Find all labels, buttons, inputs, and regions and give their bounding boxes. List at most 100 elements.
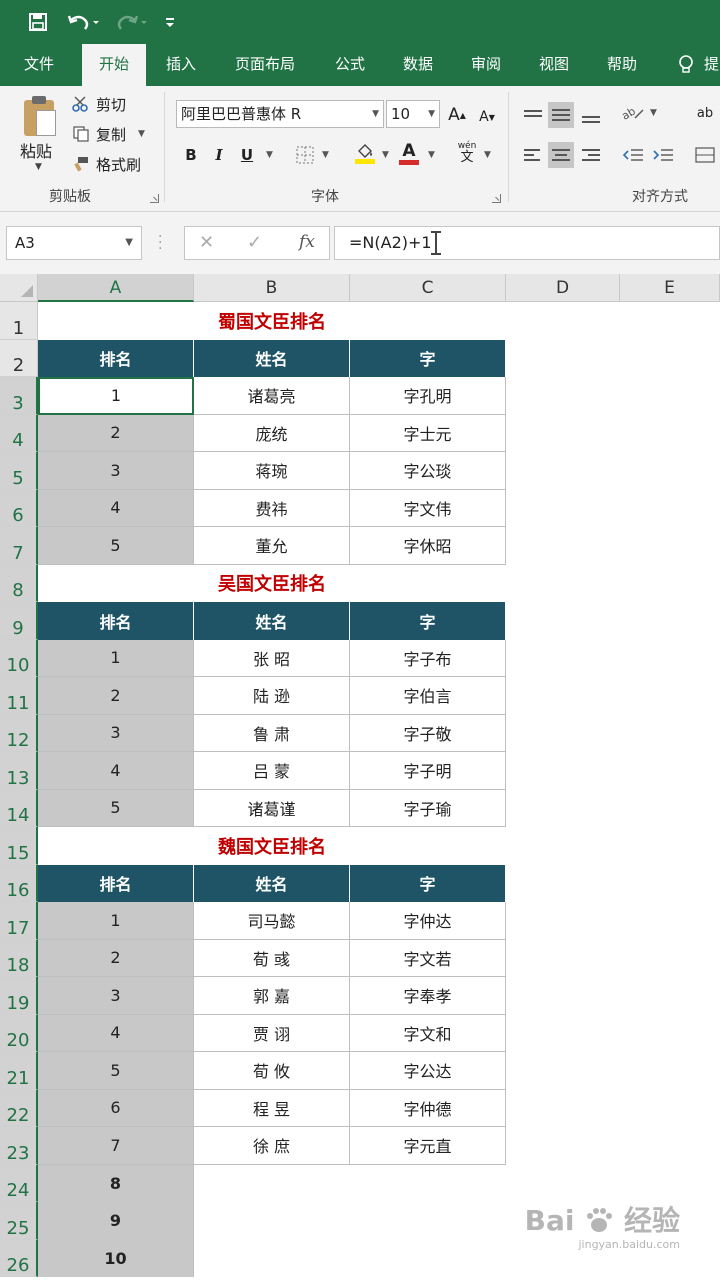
- chevron-down-icon[interactable]: ▼: [428, 101, 435, 127]
- rank-cell[interactable]: 3: [38, 452, 194, 490]
- rank-cell[interactable]: 4: [38, 752, 194, 790]
- tab-home[interactable]: 开始: [82, 44, 146, 86]
- rank-cell[interactable]: 5: [38, 1052, 194, 1090]
- font-name-combobox[interactable]: 阿里巴巴普惠体 R ▼: [176, 100, 384, 128]
- courtesy-name-cell[interactable]: 字文若: [350, 939, 506, 977]
- name-cell[interactable]: 荀 彧: [194, 939, 350, 977]
- courtesy-name-cell[interactable]: 字子明: [350, 752, 506, 790]
- row-header-8[interactable]: 8: [0, 564, 38, 602]
- column-header-d[interactable]: D: [506, 274, 620, 302]
- row-header-19[interactable]: 19: [0, 977, 38, 1015]
- redo-icon[interactable]: [112, 8, 152, 36]
- name-cell[interactable]: 陆 逊: [194, 677, 350, 715]
- row-header-6[interactable]: 6: [0, 489, 38, 527]
- tab-view[interactable]: 视图: [526, 44, 582, 86]
- courtesy-name-cell[interactable]: 字伯言: [350, 677, 506, 715]
- enter-icon[interactable]: ✓: [247, 232, 262, 253]
- chevron-down-icon[interactable]: ▼: [266, 150, 273, 160]
- chevron-down-icon[interactable]: ▼: [125, 227, 133, 259]
- courtesy-name-cell[interactable]: 字奉孝: [350, 977, 506, 1015]
- align-center-icon[interactable]: [548, 142, 574, 168]
- column-header-b[interactable]: B: [194, 274, 350, 302]
- row-header-14[interactable]: 14: [0, 789, 38, 827]
- row-header-16[interactable]: 16: [0, 864, 38, 902]
- save-icon[interactable]: [24, 8, 52, 36]
- courtesy-name-cell[interactable]: 字子瑜: [350, 789, 506, 827]
- name-cell[interactable]: 费祎: [194, 489, 350, 527]
- formula-input[interactable]: =N(A2)+1: [334, 226, 720, 260]
- worksheet-grid[interactable]: A B C D E 1 2 3 4 5 6 7 8 9 10 11 12 13 14 15 16 17 18 19 20 21 22…: [0, 274, 720, 1280]
- tab-formulas[interactable]: 公式: [320, 44, 380, 86]
- rank-cell[interactable]: 1: [38, 902, 194, 940]
- dialog-launcher-icon[interactable]: [492, 194, 501, 203]
- row-header-10[interactable]: 10: [0, 639, 38, 677]
- name-cell[interactable]: 司马懿: [194, 902, 350, 940]
- courtesy-name-cell[interactable]: 字文伟: [350, 489, 506, 527]
- row-header-15[interactable]: 15: [0, 827, 38, 865]
- row-header-24[interactable]: 24: [0, 1164, 38, 1202]
- rank-cell[interactable]: 7: [38, 1127, 194, 1165]
- cut-button[interactable]: 剪切: [70, 92, 126, 116]
- name-cell[interactable]: 蒋琬: [194, 452, 350, 490]
- cancel-icon[interactable]: ✕: [199, 232, 214, 253]
- name-cell[interactable]: 张 昭: [194, 639, 350, 677]
- paste-button[interactable]: 粘贴 ▼: [18, 96, 62, 176]
- extra-rank-cell[interactable]: 9: [38, 1202, 194, 1240]
- tab-insert[interactable]: 插入: [150, 44, 212, 86]
- top-align-icon[interactable]: [520, 100, 546, 126]
- name-cell[interactable]: 徐 庶: [194, 1127, 350, 1165]
- row-header-17[interactable]: 17: [0, 902, 38, 940]
- chevron-down-icon[interactable]: ▼: [382, 150, 389, 160]
- header-cell-rank[interactable]: 排名: [38, 864, 194, 902]
- extra-rank-cell[interactable]: 8: [38, 1164, 194, 1202]
- rank-cell[interactable]: 6: [38, 1089, 194, 1127]
- insert-function-icon[interactable]: fx: [299, 232, 315, 252]
- decrease-indent-icon[interactable]: [620, 142, 646, 168]
- name-cell[interactable]: 贾 诩: [194, 1014, 350, 1052]
- header-cell-courtesy[interactable]: 字: [350, 864, 506, 902]
- name-cell[interactable]: 荀 攸: [194, 1052, 350, 1090]
- chevron-down-icon[interactable]: ▼: [35, 162, 42, 172]
- name-cell[interactable]: 诸葛谨: [194, 789, 350, 827]
- italic-button[interactable]: I: [206, 142, 232, 168]
- row-header-20[interactable]: 20: [0, 1014, 38, 1052]
- row-header-12[interactable]: 12: [0, 714, 38, 752]
- courtesy-name-cell[interactable]: 字公达: [350, 1052, 506, 1090]
- name-cell[interactable]: 吕 蒙: [194, 752, 350, 790]
- courtesy-name-cell[interactable]: 字元直: [350, 1127, 506, 1165]
- more-icon[interactable]: · · ·: [158, 230, 162, 256]
- name-box[interactable]: A3 ▼: [6, 226, 142, 260]
- courtesy-name-cell[interactable]: 字子布: [350, 639, 506, 677]
- courtesy-name-cell[interactable]: 字文和: [350, 1014, 506, 1052]
- name-cell[interactable]: 庞统: [194, 414, 350, 452]
- header-cell-name[interactable]: 姓名: [194, 339, 350, 377]
- row-header-9[interactable]: 9: [0, 602, 38, 640]
- rank-cell[interactable]: 3: [38, 714, 194, 752]
- lightbulb-icon[interactable]: [672, 44, 700, 86]
- orientation-icon[interactable]: ab: [620, 100, 646, 126]
- underline-button[interactable]: U: [234, 142, 260, 168]
- row-header-23[interactable]: 23: [0, 1127, 38, 1165]
- rank-cell[interactable]: 4: [38, 489, 194, 527]
- chevron-down-icon[interactable]: ▼: [428, 150, 435, 160]
- font-size-combobox[interactable]: 10 ▼: [386, 100, 440, 128]
- header-cell-rank[interactable]: 排名: [38, 602, 194, 640]
- undo-icon[interactable]: [64, 8, 104, 36]
- align-left-icon[interactable]: [520, 142, 546, 168]
- rank-cell[interactable]: 5: [38, 527, 194, 565]
- header-cell-courtesy[interactable]: 字: [350, 339, 506, 377]
- wrap-text-icon[interactable]: ab: [692, 100, 718, 126]
- courtesy-name-cell[interactable]: 字孔明: [350, 377, 506, 415]
- courtesy-name-cell[interactable]: 字公琰: [350, 452, 506, 490]
- merge-center-icon[interactable]: [692, 142, 718, 168]
- column-header-e[interactable]: E: [620, 274, 720, 302]
- tab-page-layout[interactable]: 页面布局: [222, 44, 308, 86]
- chevron-down-icon[interactable]: ▼: [650, 108, 657, 118]
- bold-button[interactable]: B: [178, 142, 204, 168]
- row-header-25[interactable]: 25: [0, 1202, 38, 1240]
- increase-indent-icon[interactable]: [650, 142, 676, 168]
- name-cell[interactable]: 董允: [194, 527, 350, 565]
- borders-icon[interactable]: [292, 142, 318, 168]
- format-painter-button[interactable]: 格式刷: [70, 152, 141, 176]
- tab-tell-me[interactable]: 提: [704, 44, 720, 86]
